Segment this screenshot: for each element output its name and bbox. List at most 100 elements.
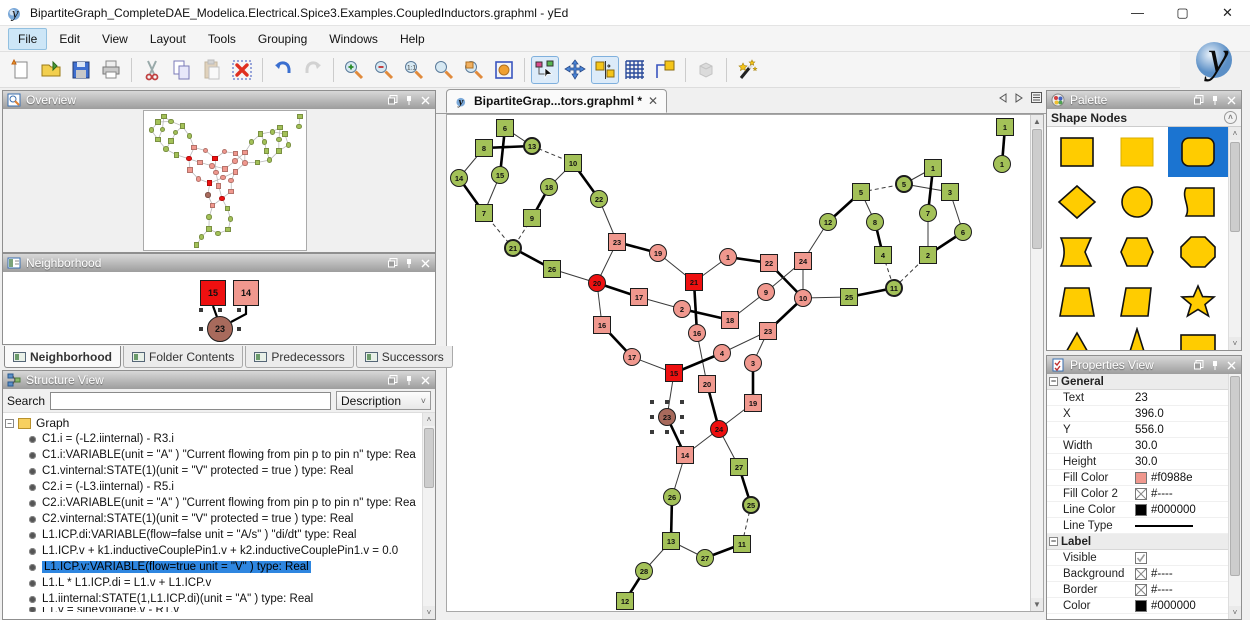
graph-node-10[interactable]: 10 [564, 154, 582, 172]
property-value[interactable]: #---- [1135, 488, 1173, 500]
snap-mode-icon[interactable] [591, 56, 619, 84]
tree-item[interactable]: L1.iinternal:STATE(1,L1.ICP.di)(unit = "… [3, 591, 422, 607]
neighborhood-tab-neighborhood[interactable]: Neighborhood [4, 346, 121, 368]
group-cube-icon[interactable] [692, 56, 720, 84]
scroll-thumb[interactable] [1230, 142, 1240, 232]
graph-node-20[interactable]: 20 [698, 375, 716, 393]
close-button[interactable]: ✕ [1205, 0, 1250, 25]
graph-node-8[interactable]: 8 [866, 213, 884, 231]
graph-canvas[interactable]: 6813101514182279212623192017211216161817… [447, 115, 1030, 611]
redo-icon[interactable] [299, 56, 327, 84]
scroll-thumb[interactable] [1032, 129, 1042, 249]
float-icon[interactable] [1193, 94, 1205, 106]
selection-handle[interactable] [680, 400, 684, 404]
property-value[interactable]: #000000 [1135, 600, 1196, 612]
zoom-out-icon[interactable] [370, 56, 398, 84]
zoom-original-icon[interactable]: 1:1 [400, 56, 428, 84]
palette-shape-hexagon[interactable] [1107, 227, 1167, 277]
graph-node-27[interactable]: 27 [730, 458, 748, 476]
float-icon[interactable] [387, 257, 399, 269]
graph-node-24[interactable]: 24 [794, 252, 812, 270]
graph-node-3[interactable]: 3 [941, 183, 959, 201]
menu-view[interactable]: View [92, 28, 138, 50]
tree-item[interactable]: C1.vinternal:STATE(1)(unit = "V" protect… [3, 463, 422, 479]
minimize-button[interactable]: — [1115, 0, 1160, 25]
maximize-button[interactable]: ▢ [1160, 0, 1205, 25]
pin-icon[interactable] [403, 374, 415, 386]
selection-handle[interactable] [650, 430, 654, 434]
pan-mode-icon[interactable] [561, 56, 589, 84]
graph-node-26[interactable]: 26 [543, 260, 561, 278]
property-value[interactable]: #000000 [1135, 504, 1196, 516]
property-value[interactable]: #---- [1135, 584, 1173, 596]
property-value[interactable]: #---- [1135, 568, 1173, 580]
scroll-up-icon[interactable]: ˄ [423, 413, 435, 426]
graph-node-6[interactable]: 6 [496, 119, 514, 137]
undo-icon[interactable] [269, 56, 297, 84]
graph-node-18[interactable]: 18 [721, 311, 739, 329]
cut-icon[interactable] [138, 56, 166, 84]
description-dropdown[interactable]: Description ˅ [336, 391, 431, 410]
float-icon[interactable] [387, 94, 399, 106]
graph-node-27[interactable]: 27 [696, 549, 714, 567]
palette-shape-triangle[interactable] [1047, 327, 1107, 350]
tab-close-icon[interactable]: ✕ [648, 94, 658, 108]
menu-edit[interactable]: Edit [49, 28, 90, 50]
palette-shape-triangle-pointed[interactable] [1107, 327, 1167, 350]
graph-node-19[interactable]: 19 [649, 244, 667, 262]
graph-node-1[interactable]: 1 [924, 159, 942, 177]
palette-shape-curved-rectangle[interactable] [1168, 177, 1228, 227]
graph-node-24[interactable]: 24 [710, 420, 728, 438]
palette-shape-diamond[interactable] [1047, 177, 1107, 227]
graph-node-7[interactable]: 7 [919, 204, 937, 222]
graph-node-18[interactable]: 18 [540, 178, 558, 196]
palette-shape-round-rectangle[interactable] [1168, 127, 1228, 177]
fit-content-icon[interactable] [490, 56, 518, 84]
palette-shape-ellipse[interactable] [1107, 177, 1167, 227]
property-value[interactable]: 30.0 [1135, 456, 1157, 468]
tree-item[interactable]: L1.ICP.v:VARIABLE(flow=true unit = "V" )… [3, 559, 422, 575]
graph-node-17[interactable]: 17 [630, 288, 648, 306]
palette-shape-rectangle-plain[interactable] [1107, 127, 1167, 177]
graph-node-22[interactable]: 22 [760, 254, 778, 272]
graph-node-23[interactable]: 23 [608, 233, 626, 251]
collapse-icon[interactable]: − [1049, 377, 1058, 386]
collapse-icon[interactable]: − [5, 419, 14, 428]
graph-node-10[interactable]: 10 [794, 289, 812, 307]
tree-item[interactable]: C2.i:VARIABLE(unit = "A" ) "Current flow… [3, 495, 422, 511]
print-icon[interactable] [97, 56, 125, 84]
graph-node-9[interactable]: 9 [523, 209, 541, 227]
menu-file[interactable]: File [8, 28, 47, 50]
tab-list-icon[interactable] [1031, 92, 1042, 106]
next-tab-icon[interactable] [1015, 92, 1023, 106]
delete-icon[interactable] [228, 56, 256, 84]
selection-handle[interactable] [650, 415, 654, 419]
graph-node-22[interactable]: 22 [590, 190, 608, 208]
menu-tools[interactable]: Tools [198, 28, 246, 50]
palette-shape-rectangle[interactable] [1047, 127, 1107, 177]
neighborhood-node-23[interactable]: 23 [207, 316, 233, 342]
graph-node-12[interactable]: 12 [819, 213, 837, 231]
zoom-area-icon[interactable] [460, 56, 488, 84]
graph-node-11[interactable]: 11 [733, 535, 751, 553]
close-icon[interactable] [419, 257, 431, 269]
menu-grouping[interactable]: Grouping [248, 28, 317, 50]
graph-node-14[interactable]: 14 [450, 169, 468, 187]
pin-icon[interactable] [1209, 359, 1221, 371]
graph-node-3[interactable]: 3 [744, 354, 762, 372]
graph-node-21[interactable]: 21 [504, 239, 522, 257]
neighborhood-node-15[interactable]: 15 [200, 280, 226, 306]
zoom-icon[interactable] [430, 56, 458, 84]
graph-node-26[interactable]: 26 [663, 488, 681, 506]
graph-node-1[interactable]: 1 [996, 118, 1014, 136]
prev-tab-icon[interactable] [999, 92, 1007, 106]
tree-item[interactable]: C1.i:VARIABLE(unit = "A" ) "Current flow… [3, 447, 422, 463]
neighborhood-node-14[interactable]: 14 [233, 280, 259, 306]
overview-thumbnail[interactable] [143, 110, 307, 251]
graph-node-15[interactable]: 15 [665, 364, 683, 382]
scroll-thumb[interactable] [424, 428, 434, 488]
graph-node-9[interactable]: 9 [757, 283, 775, 301]
property-value[interactable] [1135, 525, 1197, 527]
grid-icon[interactable] [621, 56, 649, 84]
search-input[interactable] [50, 392, 331, 410]
